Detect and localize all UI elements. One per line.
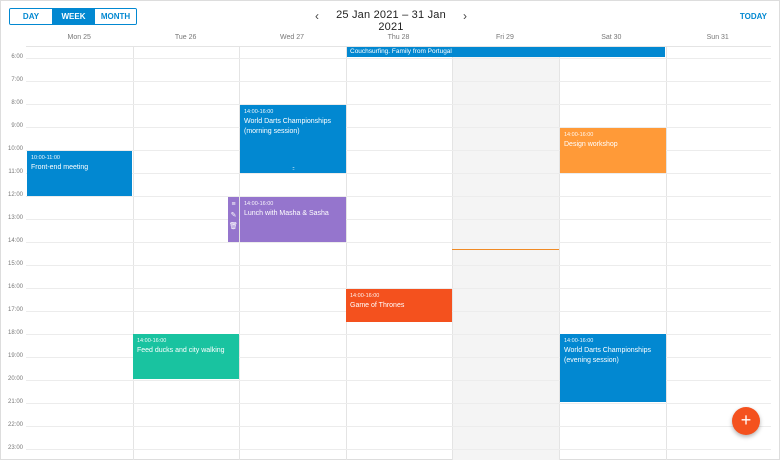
time-label: 9:00 xyxy=(11,123,23,129)
event-lunch[interactable]: 14:00-16:00 Lunch with Masha & Sasha xyxy=(240,197,346,242)
time-label: 11:00 xyxy=(8,169,23,175)
event-game-of-thrones[interactable]: 14:00-16:00 Game of Thrones xyxy=(346,289,452,322)
chevron-right-icon[interactable]: › xyxy=(460,9,470,23)
time-label: 21:00 xyxy=(7,399,23,405)
week-view-button[interactable]: WEEK xyxy=(52,9,94,24)
hour-line xyxy=(26,104,771,105)
time-label: 16:00 xyxy=(7,284,23,290)
column-divider xyxy=(346,47,347,460)
event-design-workshop[interactable]: 14:00-16:00 Design workshop xyxy=(560,128,666,173)
current-time-indicator xyxy=(452,249,559,250)
event-feed-ducks[interactable]: 14:00-16:00 Feed ducks and city walking xyxy=(133,334,239,379)
time-label: 14:00 xyxy=(7,238,23,244)
day-header-sun: Sun 31 xyxy=(706,34,729,41)
time-label: 10:00 xyxy=(7,146,23,152)
hour-line xyxy=(26,58,771,59)
day-header-fri: Fri 29 xyxy=(495,34,514,41)
time-label: 13:00 xyxy=(7,215,23,221)
friday-column-shade xyxy=(452,47,559,460)
hour-line xyxy=(26,426,771,427)
hour-line xyxy=(26,173,771,174)
hour-line xyxy=(26,219,771,220)
event-darts-morning[interactable]: 14:00-16:00 World Darts Championships (m… xyxy=(240,105,346,173)
event-frontend-meeting[interactable]: 10:00-11:00 Front-end meeting xyxy=(27,151,132,196)
time-label: 7:00 xyxy=(11,77,23,83)
column-divider xyxy=(133,47,134,460)
time-label: 8:00 xyxy=(11,100,23,106)
day-header-sat: Sat 30 xyxy=(601,34,622,41)
hour-line xyxy=(26,196,771,197)
event-title: Lunch with Masha & Sasha xyxy=(244,210,329,217)
event-time: 14:00-16:00 xyxy=(244,201,274,207)
event-toolbar: ≡ ✎ 🗑 xyxy=(228,197,239,242)
time-label: 22:00 xyxy=(7,422,23,428)
time-label: 20:00 xyxy=(7,376,23,382)
menu-icon[interactable]: ≡ xyxy=(231,199,235,210)
day-header: Mon 25 Tue 26 Wed 27 Thu 28 Fri 29 Sat 3… xyxy=(26,31,771,45)
day-header-mon: Mon 25 xyxy=(67,34,91,41)
event-title: Feed ducks and city walking xyxy=(137,347,225,354)
hour-line xyxy=(26,265,771,266)
column-divider xyxy=(452,47,453,460)
time-label: 23:00 xyxy=(7,445,23,451)
event-time: 10:00-11:00 xyxy=(31,155,60,161)
date-range-title[interactable]: 25 Jan 2021 – 31 Jan 2021 xyxy=(326,9,456,33)
resize-handle-icon[interactable]: :::: xyxy=(292,166,294,172)
time-label: 15:00 xyxy=(7,261,23,267)
hour-line xyxy=(26,242,771,243)
day-header-wed: Wed 27 xyxy=(280,34,305,41)
allday-event[interactable]: Couchsurfing. Family from Portugal xyxy=(347,47,665,57)
time-label: 12:00 xyxy=(7,192,23,198)
chevron-left-icon[interactable]: ‹ xyxy=(312,9,322,23)
today-button[interactable]: TODAY xyxy=(740,12,767,21)
event-time: 14:00-16:00 xyxy=(137,338,167,344)
day-header-thu: Thu 28 xyxy=(387,34,410,41)
day-header-tue: Tue 26 xyxy=(174,34,197,41)
edit-icon[interactable]: ✎ xyxy=(231,210,237,221)
event-title: Game of Thrones xyxy=(350,302,405,309)
event-time: 14:00-16:00 xyxy=(244,109,274,115)
add-event-button[interactable]: + xyxy=(732,407,760,435)
event-title: Design workshop xyxy=(564,141,618,148)
time-label: 17:00 xyxy=(7,307,23,313)
column-divider xyxy=(666,47,667,460)
time-label: 19:00 xyxy=(7,353,23,359)
event-time: 14:00-16:00 xyxy=(350,293,380,299)
month-view-button[interactable]: MONTH xyxy=(94,9,136,24)
event-title: World Darts Championships (morning sessi… xyxy=(244,118,332,135)
time-label: 6:00 xyxy=(11,54,23,60)
event-time: 14:00-16:00 xyxy=(564,132,594,138)
hour-line xyxy=(26,403,771,404)
scheduler: DAY WEEK MONTH ‹ 25 Jan 2021 – 31 Jan 20… xyxy=(0,0,780,460)
trash-icon[interactable]: 🗑 xyxy=(229,221,238,232)
hour-line xyxy=(26,81,771,82)
day-view-button[interactable]: DAY xyxy=(10,9,52,24)
event-time: 14:00-16:00 xyxy=(564,338,594,344)
view-switcher: DAY WEEK MONTH xyxy=(9,8,137,25)
event-title: World Darts Championships (evening sessi… xyxy=(564,347,652,364)
hour-line xyxy=(26,449,771,450)
event-darts-evening[interactable]: 14:00-16:00 World Darts Championships (e… xyxy=(560,334,666,402)
event-title: Front-end meeting xyxy=(31,164,89,171)
time-label: 18:00 xyxy=(7,330,23,336)
toolbar: DAY WEEK MONTH ‹ 25 Jan 2021 – 31 Jan 20… xyxy=(1,1,780,33)
